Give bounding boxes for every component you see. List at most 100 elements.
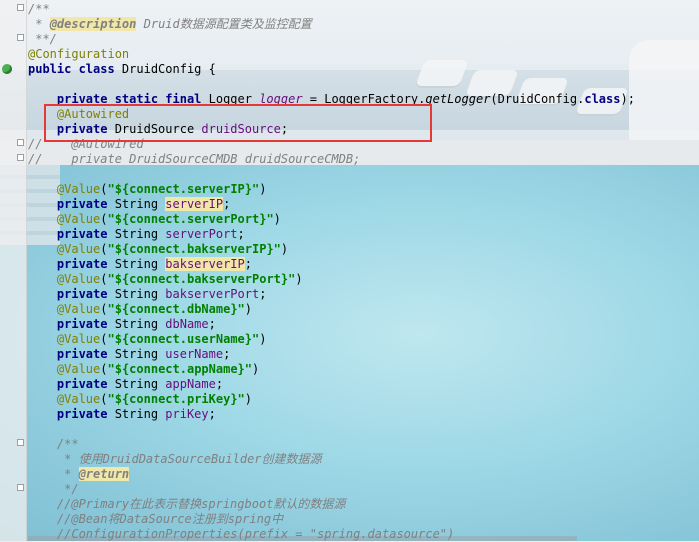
fold-marker-icon[interactable]: [17, 4, 24, 11]
code-token: String: [114, 257, 166, 271]
code-line[interactable]: @Value("${connect.priKey}"): [28, 392, 252, 407]
code-line[interactable]: * @return: [28, 467, 130, 482]
code-token: "${connect.priKey}": [107, 392, 245, 406]
code-token: Druid数据源配置类及监控配置: [136, 17, 312, 31]
code-line[interactable]: private String serverPort;: [28, 227, 245, 242]
code-token: "${connect.bakserverPort}": [107, 272, 296, 286]
code-line[interactable]: @Value("${connect.bakserverPort}"): [28, 272, 303, 287]
code-token: String: [114, 407, 166, 421]
code-token: priKey: [165, 407, 209, 421]
code-line[interactable]: private String serverIP;: [28, 197, 230, 212]
code-token: ): [244, 392, 253, 406]
code-token: "${connect.userName}": [107, 332, 260, 346]
code-token: public class: [28, 62, 122, 76]
code-token: @return: [78, 467, 130, 481]
code-token: (: [100, 212, 108, 226]
code-token: //@Bean将DataSource注册到spring中: [28, 512, 284, 526]
code-token: @Value: [56, 242, 101, 256]
fold-marker-icon[interactable]: [17, 139, 24, 146]
fold-marker-icon[interactable]: [17, 34, 24, 41]
code-line[interactable]: **/: [28, 32, 57, 47]
code-token: @Value: [56, 332, 101, 346]
code-token: ): [259, 182, 267, 196]
fold-marker-icon[interactable]: [17, 154, 24, 161]
fold-marker-icon[interactable]: [17, 439, 24, 446]
code-line[interactable]: // private DruidSourceCMDB druidSourceCM…: [28, 152, 360, 167]
code-token: (: [100, 332, 108, 346]
code-token: ;: [259, 287, 267, 301]
code-token: ;: [244, 257, 252, 271]
code-token: "${connect.serverIP}": [107, 182, 260, 196]
code-line[interactable]: */: [28, 482, 79, 497]
code-line[interactable]: private String bakserverIP;: [28, 257, 252, 272]
code-token: userName: [165, 347, 224, 361]
code-token: @Value: [56, 272, 101, 286]
code-token: private: [56, 317, 115, 331]
code-line[interactable]: @Configuration: [28, 47, 129, 62]
code-token: @Value: [56, 182, 101, 196]
code-token: ;: [208, 317, 216, 331]
code-token: (: [100, 242, 108, 256]
code-token: DruidConfig {: [121, 62, 216, 76]
code-token: private: [56, 227, 115, 241]
code-line[interactable]: @Value("${connect.bakserverIP}"): [28, 242, 288, 257]
code-line[interactable]: * 使用DruidDataSourceBuilder创建数据源: [28, 452, 321, 467]
code-token: serverPort: [165, 227, 238, 241]
code-line[interactable]: private String dbName;: [28, 317, 216, 332]
code-line[interactable]: * @description Druid数据源配置类及监控配置: [28, 17, 312, 32]
code-token: );: [620, 92, 635, 106]
code-line[interactable]: @Value("${connect.dbName}"): [28, 302, 252, 317]
code-token: String: [114, 377, 166, 391]
code-line[interactable]: @Value("${connect.serverPort}"): [28, 212, 281, 227]
code-token: String: [114, 347, 166, 361]
code-line[interactable]: public class DruidConfig {: [28, 62, 216, 77]
bean-run-icon[interactable]: [2, 64, 12, 74]
code-token: *: [28, 467, 79, 481]
code-token: private: [56, 287, 115, 301]
code-token: DruidDataSourceBuilder: [102, 452, 262, 466]
code-token: ;: [215, 377, 224, 391]
code-token: ;: [223, 347, 231, 361]
code-token: (: [100, 272, 108, 286]
code-token: ): [244, 302, 253, 316]
code-token: private: [56, 407, 115, 421]
code-token: @Value: [56, 392, 101, 406]
code-line[interactable]: @Value("${connect.serverIP}"): [28, 182, 267, 197]
code-token: "${connect.bakserverIP}": [107, 242, 281, 256]
code-token: String: [114, 227, 166, 241]
code-token: ): [252, 362, 260, 376]
code-token: @description: [49, 17, 137, 31]
code-line[interactable]: //@Bean将DataSource注册到spring中: [28, 512, 283, 527]
code-token: private: [56, 377, 115, 391]
code-line[interactable]: @Value("${connect.appName}"): [28, 362, 259, 377]
code-token: */: [28, 482, 79, 496]
code-token: String: [114, 197, 166, 211]
code-line[interactable]: private String appName;: [28, 377, 223, 392]
code-line[interactable]: private String priKey;: [28, 407, 216, 422]
code-line[interactable]: /**: [28, 437, 79, 452]
code-token: dbName: [165, 317, 209, 331]
code-token: bakserverPort: [165, 287, 260, 301]
code-token: private: [56, 347, 115, 361]
code-line[interactable]: private String bakserverPort;: [28, 287, 267, 302]
code-token: /**: [28, 2, 50, 16]
code-line[interactable]: private String userName;: [28, 347, 230, 362]
code-line[interactable]: //@Primary在此表示替换springboot默认的数据源: [28, 497, 346, 512]
code-token: "${connect.serverPort}": [107, 212, 274, 226]
code-line[interactable]: /**: [28, 2, 50, 17]
code-token: *: [28, 17, 50, 31]
code-line[interactable]: //ConfigurationProperties(prefix = "spri…: [28, 527, 454, 542]
code-token: ): [280, 242, 289, 256]
code-token: ): [295, 272, 303, 286]
fold-marker-icon[interactable]: [17, 484, 24, 491]
editor-gutter: [0, 0, 27, 541]
code-line[interactable]: @Value("${connect.userName}"): [28, 332, 267, 347]
